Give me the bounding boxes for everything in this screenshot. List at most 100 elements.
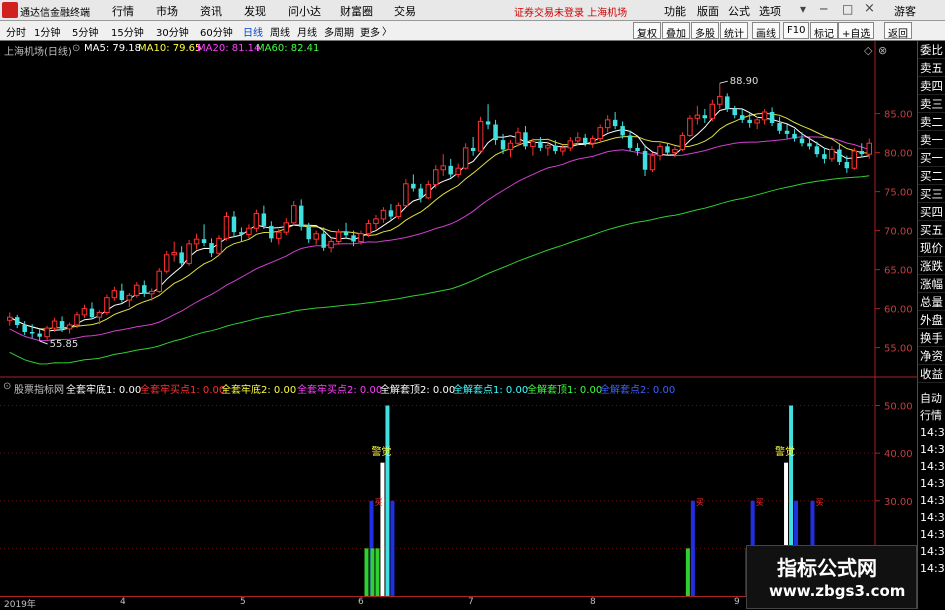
- statistics-button[interactable]: 统计: [720, 22, 748, 40]
- candle-body: [298, 205, 304, 227]
- ma5-legend: MA5: 79.18: [84, 43, 142, 54]
- tick-time-label: 14:3: [920, 528, 945, 541]
- buy-signal-label: 买: [756, 498, 764, 507]
- candle-body: [59, 321, 65, 329]
- tick-time-label: 14:3: [920, 562, 945, 575]
- candle-body: [201, 239, 207, 244]
- title-bar: 通达信金融终端 行情 市场 资讯 发现 问小达 财富圈 交易 证券交易未登录 上…: [0, 0, 945, 21]
- candle-body: [276, 231, 282, 239]
- tf-weekly[interactable]: 周线: [270, 24, 290, 39]
- main-kline-chart[interactable]: 85.00 80.00 75.00 70.00 65.00 60.00 55.00 88.9…: [0, 41, 917, 378]
- legend-settings-icon[interactable]: ⊙: [72, 43, 80, 54]
- candle-body: [351, 235, 356, 242]
- menu-item-trade[interactable]: 交易: [394, 3, 416, 19]
- candle-body: [246, 227, 252, 235]
- high-marker-line: [719, 80, 728, 84]
- indicator-settings-icon[interactable]: ⊙: [3, 381, 11, 392]
- low-price-label: 55.85: [50, 339, 79, 350]
- mark-button[interactable]: 标记: [810, 22, 838, 40]
- menu-item-quotes[interactable]: 行情: [112, 3, 134, 19]
- f10-button[interactable]: F10: [783, 22, 810, 39]
- menu-item-market[interactable]: 市场: [156, 3, 178, 19]
- candle-body: [403, 183, 409, 207]
- menu-item-news[interactable]: 资讯: [200, 3, 222, 19]
- guest-label[interactable]: 游客: [894, 3, 916, 19]
- candle-body: [859, 151, 865, 155]
- draw-line-button[interactable]: 画线: [752, 22, 780, 40]
- menu-item-functions[interactable]: 功能: [664, 3, 686, 19]
- indicator-legend-item: 全解套顶2: 0.00: [380, 385, 456, 396]
- menu-item-discover[interactable]: 发现: [244, 3, 266, 19]
- candle-body: [373, 218, 379, 225]
- candle-body: [612, 119, 618, 127]
- candle-body: [493, 124, 498, 141]
- candle-body: [171, 251, 177, 256]
- dropdown-icon[interactable]: ▾: [800, 2, 806, 16]
- sub-ytick-label: 30.00: [884, 497, 913, 508]
- candle-body: [604, 119, 611, 129]
- tf-15min[interactable]: 15分钟: [111, 24, 144, 39]
- multi-stock-button[interactable]: 多股: [691, 22, 719, 40]
- tf-monthly[interactable]: 月线: [297, 24, 317, 39]
- restore-icon[interactable]: □: [842, 2, 853, 16]
- date-label: 7: [468, 597, 474, 607]
- menu-item-xiaoda[interactable]: 问小达: [288, 3, 321, 19]
- watermark-title: 指标公式网: [777, 556, 877, 580]
- close-icon[interactable]: ×: [864, 1, 875, 16]
- tf-multi[interactable]: 多周期: [324, 24, 354, 39]
- tf-60min[interactable]: 60分钟: [200, 24, 233, 39]
- tf-5min[interactable]: 5分钟: [72, 24, 98, 39]
- ytick-label: 60.00: [884, 305, 913, 316]
- indicator-legend-item: 全解套顶1: 0.00: [527, 385, 603, 396]
- chart-settings-icon[interactable]: ⊗: [878, 44, 887, 57]
- candle-body: [732, 108, 737, 116]
- candle-body: [358, 233, 364, 243]
- overlay-button[interactable]: 叠加: [662, 22, 690, 40]
- sub-ytick-label: 40.00: [884, 449, 913, 460]
- candle-body: [6, 316, 13, 321]
- menu-item-layout[interactable]: 版面: [697, 3, 719, 19]
- menu-item-options[interactable]: 选项: [759, 3, 781, 19]
- adjust-button[interactable]: 复权: [633, 22, 661, 40]
- tf-30min[interactable]: 30分钟: [156, 24, 189, 39]
- green-signal-bar: [370, 548, 375, 596]
- tf-daily[interactable]: 日线: [243, 24, 263, 39]
- tick-time-label: 14:3: [920, 460, 945, 473]
- candle-body: [440, 165, 446, 171]
- indicator-legend-item: 全套牢买点2: 0.00: [297, 385, 383, 396]
- high-price-label: 88.90: [730, 76, 759, 87]
- candle-body: [754, 119, 760, 124]
- menu-item-wealth[interactable]: 财富圈: [340, 3, 373, 19]
- candle-body: [642, 151, 648, 170]
- candle-body: [455, 167, 461, 175]
- indicator-legend-item: 全解套点2: 0.00: [600, 385, 676, 396]
- candle-body: [37, 333, 42, 337]
- candle-body: [866, 142, 873, 155]
- white-signal-bar: [380, 462, 385, 596]
- candle-body: [163, 254, 170, 272]
- ytick-label: 65.00: [884, 266, 913, 277]
- date-label: 8: [590, 597, 596, 607]
- candle-body: [784, 130, 790, 134]
- candle-body: [14, 317, 20, 325]
- tf-intraday[interactable]: 分时: [6, 24, 26, 39]
- candle-body: [477, 120, 484, 152]
- more-arrow-icon[interactable]: 〉: [382, 23, 392, 38]
- tf-more[interactable]: 更多: [360, 24, 380, 39]
- tf-1min[interactable]: 1分钟: [34, 24, 60, 39]
- candle-body: [193, 238, 200, 245]
- back-button[interactable]: 返回: [884, 22, 912, 40]
- date-label: 5: [240, 597, 246, 607]
- candle-body: [665, 146, 670, 153]
- candle-body: [747, 119, 752, 123]
- menu-item-formula[interactable]: 公式: [728, 3, 750, 19]
- candle-body: [149, 290, 155, 295]
- cyan-signal-bar: [385, 405, 390, 596]
- candle-body: [365, 223, 372, 235]
- chart-close-icon[interactable]: ◇: [864, 44, 872, 57]
- candle-body: [545, 145, 551, 149]
- sub-ytick-label: 50.00: [884, 402, 913, 413]
- candle-body: [814, 146, 820, 155]
- add-watchlist-button[interactable]: +自选: [838, 22, 875, 40]
- minimize-icon[interactable]: ─: [820, 2, 827, 16]
